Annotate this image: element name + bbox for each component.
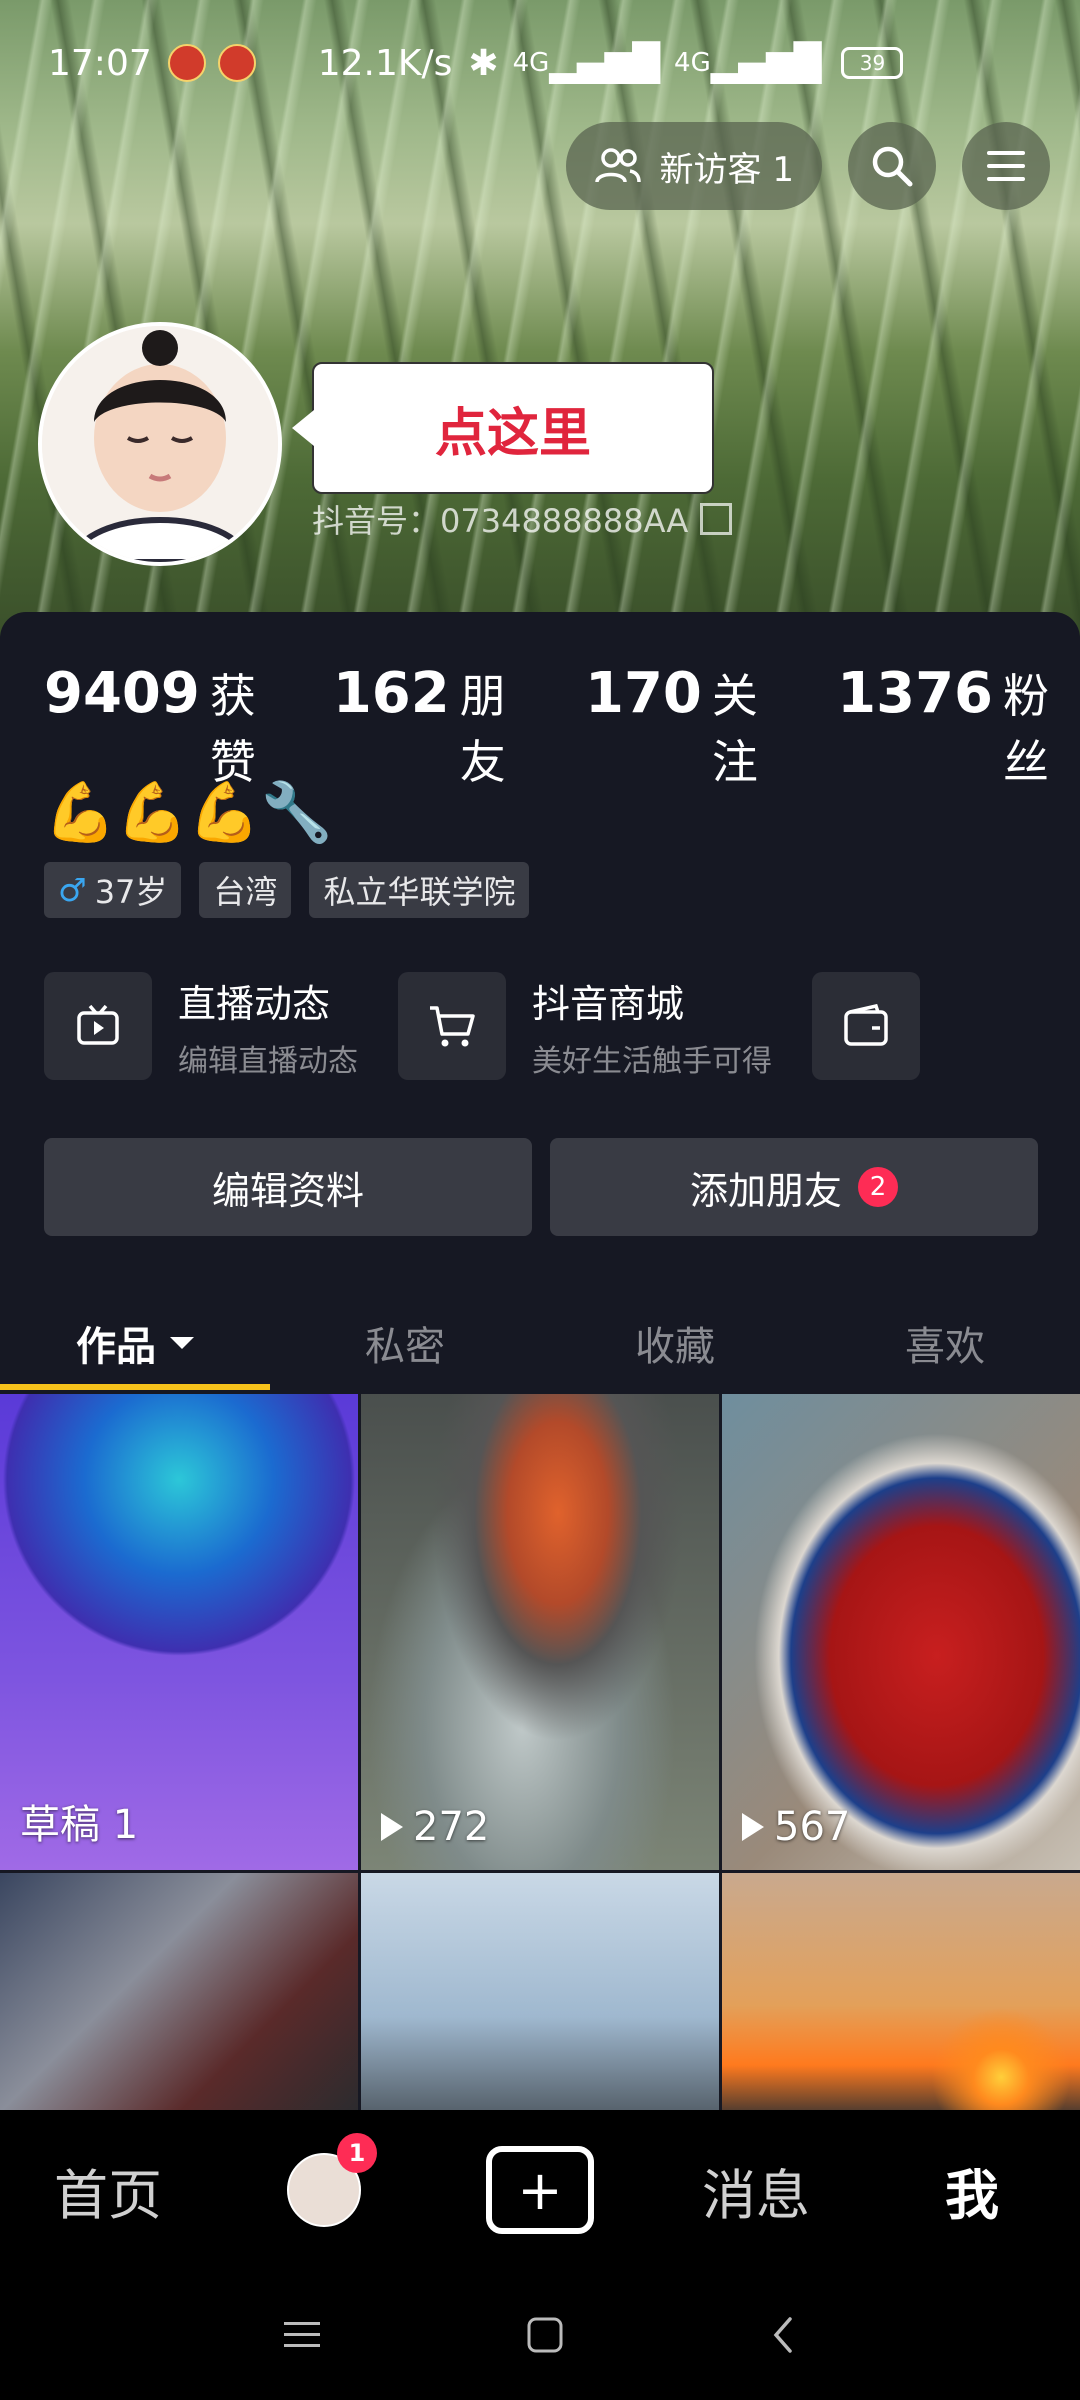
profile-bio: 💪💪💪🔧 — [44, 778, 333, 846]
douyin-mall-subtitle: 美好生活触手可得 — [532, 1043, 772, 1079]
stat-fans[interactable]: 1376 粉丝 — [837, 660, 1080, 792]
caret-down-icon — [170, 1337, 194, 1349]
tip-bubble-text: 点这里 — [434, 403, 591, 464]
age-tag: ♂ 37岁 — [44, 862, 182, 918]
play-icon — [742, 1813, 764, 1841]
app-notification-icon — [167, 44, 206, 82]
stat-friends-label: 朋友 — [459, 669, 506, 789]
add-friend-label: 添加朋友 — [689, 1168, 842, 1213]
stat-likes-label: 获赞 — [209, 669, 256, 789]
system-navigation — [0, 2270, 1080, 2400]
bluetooth-icon: ✱ — [468, 42, 499, 84]
draft-label: 草稿 1 — [20, 1802, 139, 1848]
battery-icon: 39 — [841, 47, 904, 79]
wallet-entry[interactable] — [812, 972, 920, 1080]
douyin-mall-entry[interactable]: 抖音商城 美好生活触手可得 — [398, 972, 772, 1080]
works-grid: 草稿 1 272 567 — [0, 1394, 1080, 2113]
avatar-illustration — [42, 326, 278, 562]
menu-button[interactable] — [962, 122, 1050, 210]
nav-me[interactable]: 我 — [864, 2151, 1080, 2230]
signal1-icon: 4G — [512, 48, 550, 78]
edit-profile-button[interactable]: 编辑资料 — [44, 1138, 532, 1236]
stat-fans-label: 粉丝 — [1003, 669, 1050, 789]
tab-likes[interactable]: 喜欢 — [810, 1296, 1080, 1390]
add-friend-button[interactable]: 添加朋友 2 — [550, 1138, 1038, 1236]
top-actions: 新访客 1 — [565, 122, 1050, 210]
live-updates-subtitle: 编辑直播动态 — [178, 1043, 358, 1079]
video-tile[interactable] — [361, 1873, 719, 2113]
stat-following[interactable]: 170 关注 — [585, 660, 791, 792]
stat-following-label: 关注 — [711, 669, 758, 789]
stat-likes-count: 9409 — [44, 661, 200, 726]
visitors-icon — [594, 148, 641, 183]
wallet-icon — [812, 972, 920, 1080]
net-speed: 12.1K/s — [317, 42, 453, 84]
video-tile[interactable] — [722, 1873, 1080, 2113]
video-tile[interactable] — [0, 1873, 358, 2113]
male-icon: ♂ — [58, 871, 87, 909]
nav-home[interactable]: 首页 — [0, 2151, 216, 2230]
stat-fans-count: 1376 — [837, 661, 994, 726]
tip-bubble[interactable]: 点这里 — [292, 362, 714, 494]
friend-avatar: 1 — [287, 2133, 377, 2227]
live-updates-entry[interactable]: 直播动态 编辑直播动态 — [44, 972, 358, 1080]
friend-badge: 1 — [337, 2133, 377, 2173]
tab-favorites[interactable]: 收藏 — [540, 1296, 810, 1390]
bottom-navigation: 首页 1 + 消息 我 — [0, 2110, 1080, 2270]
content-tabs: 作品 私密 收藏 喜欢 — [0, 1296, 1080, 1390]
service-entries: 直播动态 编辑直播动态 抖音商城 美好生活触手可得 — [44, 972, 920, 1080]
video-views: 272 — [381, 1804, 489, 1850]
edit-profile-label: 编辑资料 — [211, 1168, 364, 1213]
stats-row: 9409 获赞 162 朋友 170 关注 1376 粉丝 — [44, 660, 1080, 792]
video-views-count: 272 — [413, 1804, 490, 1850]
plus-icon: + — [486, 2146, 594, 2234]
tab-works-label: 作品 — [76, 1324, 156, 1370]
new-visitors-button[interactable]: 新访客 1 — [565, 122, 822, 210]
signal2-icon: 4G — [674, 48, 711, 78]
age-text: 37岁 — [94, 873, 168, 911]
video-views-count: 567 — [774, 1804, 851, 1850]
stat-following-count: 170 — [585, 661, 702, 726]
back-icon[interactable] — [768, 2315, 798, 2355]
search-button[interactable] — [848, 122, 936, 210]
video-tile[interactable]: 567 — [722, 1394, 1080, 1870]
nav-messages[interactable]: 消息 — [648, 2151, 864, 2230]
cart-icon — [398, 972, 506, 1080]
app-notification-icon — [217, 44, 256, 82]
stat-friends-count: 162 — [332, 661, 450, 726]
signal-bars-icon: ▂▄▆█ — [549, 42, 661, 84]
recent-apps-icon[interactable] — [282, 2318, 322, 2352]
douyin-id[interactable]: 抖音号：0734888888AA — [312, 496, 733, 542]
tab-works[interactable]: 作品 — [0, 1296, 270, 1390]
draft-tile[interactable]: 草稿 1 — [0, 1394, 358, 1870]
douyin-mall-title: 抖音商城 — [532, 981, 685, 1026]
home-icon[interactable] — [526, 2316, 564, 2354]
new-visitors-label: 新访客 1 — [659, 149, 794, 190]
play-icon — [381, 1813, 403, 1841]
signal-bars-icon: ▂▄▆█ — [710, 42, 822, 84]
video-views: 567 — [742, 1804, 850, 1850]
qr-code-icon[interactable] — [700, 503, 733, 535]
add-friend-badge: 2 — [858, 1167, 898, 1207]
tab-private[interactable]: 私密 — [270, 1296, 540, 1390]
video-tile[interactable]: 272 — [361, 1394, 719, 1870]
live-updates-title: 直播动态 — [178, 981, 331, 1026]
active-tab-indicator — [0, 1384, 270, 1390]
region-tag: 台湾 — [199, 862, 292, 918]
profile-tags: ♂ 37岁 台湾 私立华联学院 — [44, 862, 530, 918]
school-tag: 私立华联学院 — [309, 862, 530, 918]
nav-create[interactable]: + — [432, 2146, 648, 2234]
status-bar: 17:07 12.1K/s ✱ 4G ▂▄▆█ 4G ▂▄▆█ 39 — [48, 38, 1032, 88]
profile-avatar[interactable] — [38, 322, 282, 566]
status-time: 17:07 — [48, 42, 152, 84]
live-tv-icon — [44, 972, 152, 1080]
search-icon — [872, 146, 913, 187]
menu-icon — [987, 151, 1025, 181]
stat-friends[interactable]: 162 朋友 — [333, 660, 539, 792]
douyin-id-text: 抖音号：0734888888AA — [312, 502, 689, 540]
nav-friends[interactable]: 1 — [216, 2133, 432, 2227]
stat-likes[interactable]: 9409 获赞 — [44, 660, 287, 792]
profile-actions: 编辑资料 添加朋友 2 — [44, 1138, 1038, 1236]
